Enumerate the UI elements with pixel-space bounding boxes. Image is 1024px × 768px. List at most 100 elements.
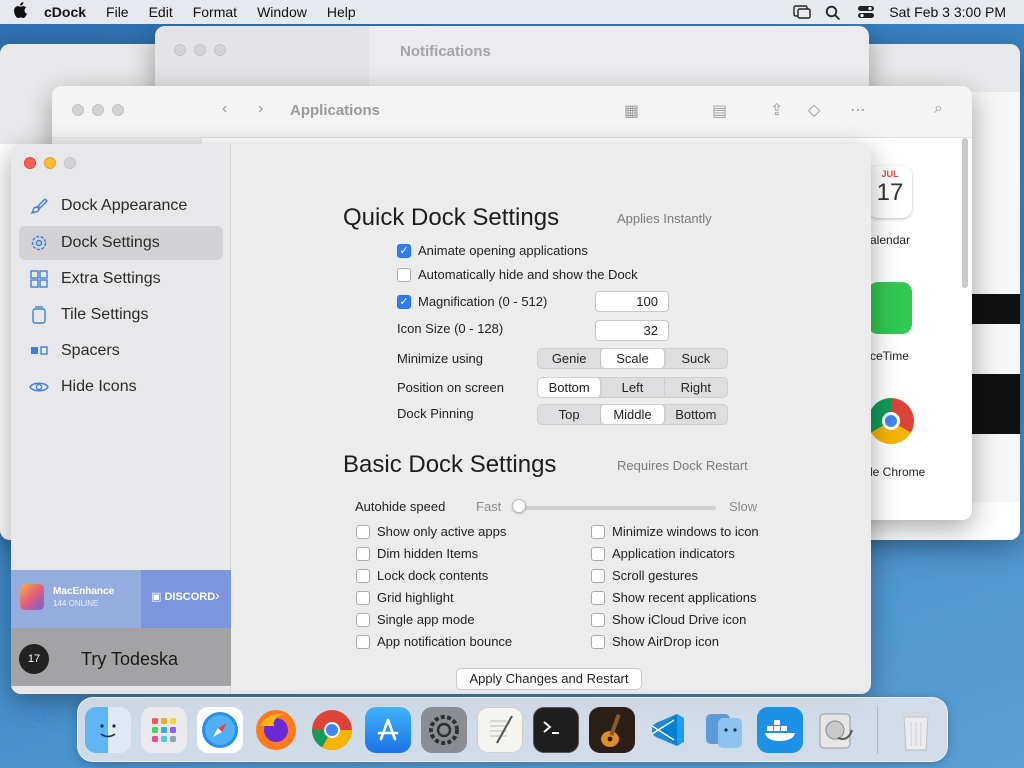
group-icon[interactable]: ▤ bbox=[712, 101, 727, 121]
close-button[interactable] bbox=[174, 44, 186, 56]
close-button[interactable] bbox=[72, 104, 84, 116]
migration-assistant-app-icon[interactable] bbox=[701, 707, 747, 753]
share-icon[interactable]: ⇪ bbox=[770, 100, 783, 120]
checkbox-icon[interactable] bbox=[591, 546, 605, 561]
pinning-segmented-control[interactable]: Top Middle Bottom bbox=[537, 404, 728, 425]
option-app-indicators[interactable]: Application indicators bbox=[591, 546, 735, 561]
minimize-button[interactable] bbox=[92, 104, 104, 116]
search-icon[interactable]: ⌕ bbox=[934, 100, 943, 118]
chrome-app-icon[interactable] bbox=[868, 398, 914, 444]
option-scroll-gestures[interactable]: Scroll gestures bbox=[591, 568, 698, 583]
trash-icon[interactable] bbox=[893, 707, 939, 753]
firefox-app-icon[interactable] bbox=[253, 707, 299, 753]
zoom-button[interactable] bbox=[214, 44, 226, 56]
minimize-button[interactable] bbox=[44, 157, 56, 169]
segment-suck[interactable]: Suck bbox=[665, 349, 727, 368]
menu-clock[interactable]: Sat Feb 3 3:00 PM bbox=[889, 4, 1006, 20]
screen-mirroring-icon[interactable] bbox=[793, 5, 811, 19]
sidebar-item-tile-settings[interactable]: Tile Settings bbox=[19, 298, 223, 332]
sidebar-item-dock-settings[interactable]: Dock Settings bbox=[19, 226, 223, 260]
zoom-button[interactable] bbox=[112, 104, 124, 116]
calendar-app-icon[interactable]: JUL 17 bbox=[868, 166, 912, 218]
option-recent-apps[interactable]: Show recent applications bbox=[591, 590, 757, 605]
vscode-app-icon[interactable] bbox=[645, 707, 691, 753]
app-store-app-icon[interactable] bbox=[365, 707, 411, 753]
checkbox-checked-icon[interactable]: ✓ bbox=[397, 294, 411, 309]
option-show-active-apps[interactable]: Show only active apps bbox=[356, 524, 506, 539]
checkbox-icon[interactable] bbox=[356, 634, 370, 649]
menu-file[interactable]: File bbox=[96, 4, 139, 20]
menu-app-name[interactable]: cDock bbox=[40, 4, 96, 20]
option-single-app[interactable]: Single app mode bbox=[356, 612, 475, 627]
minimize-segmented-control[interactable]: Genie Scale Suck bbox=[537, 348, 728, 369]
back-icon[interactable]: ‹ bbox=[222, 100, 227, 118]
menu-format[interactable]: Format bbox=[183, 4, 247, 20]
disk-utility-app-icon[interactable] bbox=[813, 707, 859, 753]
checkbox-icon[interactable] bbox=[591, 612, 605, 627]
option-icloud-drive[interactable]: Show iCloud Drive icon bbox=[591, 612, 746, 627]
safari-app-icon[interactable] bbox=[197, 707, 243, 753]
animate-apps-checkbox[interactable]: ✓ Animate opening applications bbox=[397, 243, 588, 258]
sidebar-item-dock-appearance[interactable]: Dock Appearance bbox=[19, 189, 223, 223]
launchpad-app-icon[interactable] bbox=[141, 707, 187, 753]
system-settings-app-icon[interactable] bbox=[421, 707, 467, 753]
sidebar-item-spacers[interactable]: Spacers bbox=[19, 334, 223, 368]
apple-menu-icon[interactable] bbox=[0, 2, 40, 22]
docker-app-icon[interactable] bbox=[757, 707, 803, 753]
close-button[interactable] bbox=[24, 157, 36, 169]
menu-edit[interactable]: Edit bbox=[139, 4, 183, 20]
tag-icon[interactable]: ◇ bbox=[808, 100, 820, 120]
slider-knob[interactable] bbox=[512, 499, 526, 513]
autohide-checkbox[interactable]: Automatically hide and show the Dock bbox=[397, 267, 638, 282]
spotlight-search-icon[interactable] bbox=[825, 5, 843, 21]
sidebar-item-extra-settings[interactable]: Extra Settings bbox=[19, 262, 223, 296]
macenhance-discord-banner[interactable]: MacEnhance 144 ONLINE ▣ DISCORD › bbox=[11, 570, 231, 628]
checkbox-icon[interactable] bbox=[591, 524, 605, 539]
view-toggle-icon[interactable]: ▦ bbox=[624, 101, 639, 121]
garageband-app-icon[interactable] bbox=[589, 707, 635, 753]
magnification-input[interactable]: 100 bbox=[595, 291, 669, 312]
chrome-dock-icon[interactable] bbox=[309, 707, 355, 753]
finder-scrollbar[interactable] bbox=[962, 138, 968, 288]
textedit-app-icon[interactable] bbox=[477, 707, 523, 753]
option-grid-highlight[interactable]: Grid highlight bbox=[356, 590, 454, 605]
checkbox-icon[interactable] bbox=[591, 568, 605, 583]
control-center-icon[interactable] bbox=[857, 5, 875, 19]
menu-window[interactable]: Window bbox=[247, 4, 317, 20]
option-notification-bounce[interactable]: App notification bounce bbox=[356, 634, 512, 649]
finder-app-icon[interactable] bbox=[85, 707, 131, 753]
terminal-app-icon[interactable] bbox=[533, 707, 579, 753]
menu-help[interactable]: Help bbox=[317, 4, 366, 20]
segment-top[interactable]: Top bbox=[538, 405, 602, 424]
apply-restart-button[interactable]: Apply Changes and Restart bbox=[456, 668, 642, 690]
checkbox-icon[interactable] bbox=[356, 524, 370, 539]
checkbox-icon[interactable] bbox=[356, 612, 370, 627]
zoom-button[interactable] bbox=[64, 157, 76, 169]
option-lock-dock[interactable]: Lock dock contents bbox=[356, 568, 488, 583]
sidebar-item-hide-icons[interactable]: Hide Icons bbox=[19, 370, 223, 404]
refresh-icon[interactable]: ↻ bbox=[30, 703, 48, 729]
segment-bottom[interactable]: Bottom bbox=[538, 378, 602, 397]
autohide-speed-slider[interactable] bbox=[520, 506, 716, 510]
option-dim-hidden[interactable]: Dim hidden Items bbox=[356, 546, 478, 561]
checkbox-icon[interactable] bbox=[356, 590, 370, 605]
checkbox-icon[interactable] bbox=[397, 267, 411, 282]
checkbox-icon[interactable] bbox=[591, 590, 605, 605]
segment-genie[interactable]: Genie bbox=[538, 349, 602, 368]
icon-size-input[interactable]: 32 bbox=[595, 320, 669, 341]
segment-right[interactable]: Right bbox=[665, 378, 727, 397]
checkbox-checked-icon[interactable]: ✓ bbox=[397, 243, 411, 258]
segment-scale[interactable]: Scale bbox=[601, 349, 665, 368]
checkbox-icon[interactable] bbox=[356, 568, 370, 583]
forward-icon[interactable]: › bbox=[258, 100, 263, 118]
todeska-banner[interactable]: 17 Try Todeska bbox=[11, 628, 231, 686]
magnification-checkbox[interactable]: ✓ Magnification (0 - 512) bbox=[397, 294, 547, 309]
position-segmented-control[interactable]: Bottom Left Right bbox=[537, 377, 728, 398]
checkbox-icon[interactable] bbox=[591, 634, 605, 649]
segment-middle[interactable]: Middle bbox=[601, 405, 665, 424]
segment-bottom-pin[interactable]: Bottom bbox=[665, 405, 727, 424]
checkbox-icon[interactable] bbox=[356, 546, 370, 561]
option-minimize-to-icon[interactable]: Minimize windows to icon bbox=[591, 524, 759, 539]
segment-left[interactable]: Left bbox=[601, 378, 665, 397]
more-icon[interactable]: ⋯ bbox=[850, 100, 866, 120]
